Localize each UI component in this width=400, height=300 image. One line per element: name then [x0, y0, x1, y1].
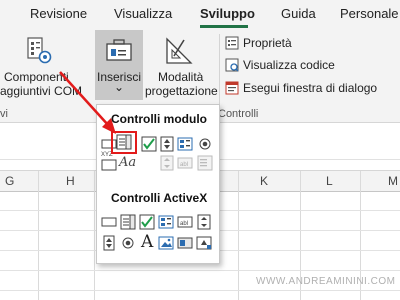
activex-scroll-bar-icon[interactable] [196, 214, 212, 230]
highlight-box [111, 131, 137, 154]
activex-check-box-icon[interactable] [139, 214, 155, 230]
run-dialog-button[interactable]: Esegui finestra di dialogo [243, 81, 377, 95]
design-mode-icon[interactable] [164, 36, 194, 66]
column-header-l[interactable]: L [326, 174, 333, 188]
column-header-m[interactable]: M [388, 174, 398, 188]
com-addins-icon[interactable] [26, 36, 54, 66]
design-mode-label-1[interactable]: Modalità [158, 70, 203, 84]
toolbox-icon[interactable] [105, 36, 133, 64]
activex-label-icon[interactable]: A [141, 232, 153, 252]
activex-button-icon[interactable] [101, 214, 117, 230]
list-box-control-icon[interactable] [177, 136, 193, 152]
option-button-control-icon[interactable] [197, 136, 213, 152]
properties-icon[interactable] [225, 36, 239, 50]
activex-image-icon[interactable] [158, 235, 174, 251]
grid-line [0, 270, 400, 271]
svg-text:abl: abl [180, 162, 188, 168]
svg-text:abl: abl [180, 221, 188, 227]
insert-controls-dropdown: Controlli modulo XYZ Aa abl Controlli Ac… [96, 104, 220, 264]
combo-list-edit-control-icon [197, 155, 213, 171]
check-box-control-icon[interactable] [141, 136, 157, 152]
activex-controls-title: Controlli ActiveX [111, 191, 208, 205]
text-field-control-icon: abl [177, 157, 193, 169]
group-label-addins: vi [0, 108, 8, 120]
group-label-controlli: Controlli [218, 108, 259, 120]
activex-list-box-icon[interactable] [158, 214, 174, 230]
column-header-k[interactable]: K [260, 174, 268, 188]
com-addins-label-1[interactable]: Componenti [4, 70, 69, 84]
tab-sviluppo[interactable]: Sviluppo [200, 6, 255, 21]
activex-spin-button-icon[interactable] [101, 235, 117, 251]
label-control-icon[interactable]: Aa [119, 155, 136, 170]
grid-line [94, 171, 95, 300]
properties-button[interactable]: Proprietà [243, 36, 292, 50]
ribbon-tab-bar: Revisione Visualizza Sviluppo Guida Pers… [0, 0, 400, 30]
spin-button-control-icon[interactable] [159, 136, 175, 152]
more-controls-icon[interactable] [196, 235, 212, 251]
active-tab-indicator [200, 25, 248, 28]
tab-guida[interactable]: Guida [281, 6, 316, 21]
grid-line [0, 290, 400, 291]
grid-line [38, 171, 39, 300]
tab-revisione[interactable]: Revisione [30, 6, 87, 21]
form-controls-title: Controlli modulo [111, 112, 207, 126]
design-mode-label-2[interactable]: progettazione [145, 84, 218, 98]
grid-line [238, 171, 239, 300]
com-addins-label-2[interactable]: aggiuntivi COM [0, 84, 82, 98]
scroll-bar-control-icon [160, 155, 174, 171]
tab-personale[interactable]: Personale [340, 6, 399, 21]
chevron-down-icon[interactable]: ⌄ [114, 80, 124, 94]
activex-toggle-button-icon[interactable] [177, 235, 193, 251]
activex-text-box-icon[interactable]: abl [177, 214, 193, 230]
column-header-g[interactable]: G [5, 174, 14, 188]
ribbon-separator [219, 34, 220, 114]
activex-combo-box-icon[interactable] [120, 214, 136, 230]
watermark: WWW.ANDREAMININI.COM [256, 276, 396, 287]
column-header-h[interactable]: H [66, 174, 75, 188]
view-code-icon[interactable] [225, 58, 239, 72]
tab-visualizza[interactable]: Visualizza [114, 6, 172, 21]
view-code-button[interactable]: Visualizza codice [243, 58, 335, 72]
run-dialog-icon[interactable] [225, 81, 239, 95]
activex-option-button-icon[interactable] [120, 235, 136, 251]
